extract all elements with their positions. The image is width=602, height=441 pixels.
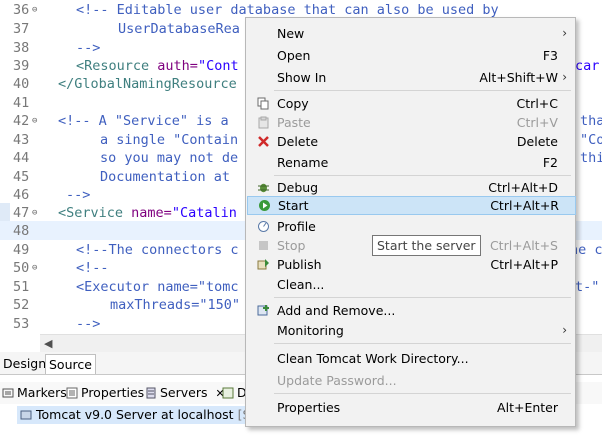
submenu-arrow-icon: › (562, 26, 567, 40)
line-number: 38 (13, 40, 30, 56)
menu-separator (274, 297, 571, 298)
server-name: Tomcat v9.0 Server at localhost (35, 407, 234, 422)
fold-toggle-icon[interactable]: ⊖ (32, 259, 37, 278)
tab-source[interactable]: Source (45, 354, 96, 374)
publish-icon (257, 259, 269, 270)
code-line-overflow: t-" (575, 279, 600, 295)
line-number: 40 (13, 76, 30, 92)
submenu-arrow-icon: › (562, 323, 567, 337)
line-number: 41 (13, 95, 30, 111)
menu-separator (274, 343, 571, 344)
line-number: 46 (13, 187, 30, 203)
line-number: 47 ⊖ (13, 204, 38, 223)
tomcat-server-icon (20, 410, 32, 420)
menu-item-update-password[interactable]: Update Password... (247, 371, 574, 390)
line-number: 39 (13, 58, 30, 74)
copy-icon (257, 97, 269, 110)
fold-toggle-icon[interactable]: ⊖ (32, 204, 37, 223)
menu-item-clean-tomcat-work-directory[interactable]: Clean Tomcat Work Directory... (247, 349, 574, 368)
scroll-left-icon[interactable]: ◀ (44, 335, 52, 352)
menu-item-delete[interactable]: Delete Delete (247, 132, 574, 151)
code-line-overflow: tha (580, 113, 602, 129)
stop-icon (259, 241, 268, 250)
add-remove-icon (257, 305, 269, 316)
fold-toggle-icon[interactable]: ⊖ (32, 1, 37, 20)
menu-item-properties[interactable]: Properties Alt+Enter (247, 398, 574, 417)
menu-item-add-and-remove[interactable]: Add and Remove... (247, 301, 574, 320)
line-number: 36 ⊖ (13, 1, 38, 20)
line-number: 44 (13, 150, 30, 166)
menu-item-debug[interactable]: Debug Ctrl+Alt+D (247, 178, 574, 197)
data-source-icon (222, 387, 234, 399)
menu-separator (274, 393, 571, 394)
profile-icon (258, 221, 269, 232)
menu-item-open[interactable]: Open F3 (247, 46, 574, 65)
properties-icon (66, 387, 78, 399)
line-number: 50 ⊖ (13, 259, 38, 278)
code-line-overflow: car (575, 58, 600, 74)
tooltip: Start the server (372, 235, 481, 256)
menu-item-publish[interactable]: Publish Ctrl+Alt+P (247, 255, 574, 274)
tab-markers[interactable]: Markers (2, 384, 67, 402)
line-number: 49 (13, 242, 30, 258)
paste-icon (258, 116, 269, 129)
line-number: 52 (13, 297, 30, 313)
fold-toggle-icon[interactable]: ⊖ (32, 112, 37, 131)
menu-separator (274, 175, 571, 176)
submenu-arrow-icon: › (562, 70, 567, 84)
tab-d[interactable]: D (222, 384, 247, 402)
line-number: 48 (13, 223, 30, 239)
line-number: 53 (13, 316, 30, 332)
code-line-overflow: "Co (580, 132, 602, 148)
menu-item-show-in[interactable]: Show In Alt+Shift+W › (247, 68, 574, 87)
menu-item-new[interactable]: New › (247, 24, 574, 43)
context-menu: New › Open F3 Show In Alt+Shift+W › Copy Ctrl… (245, 17, 576, 427)
servers-icon (146, 387, 156, 399)
line-number: 37 (13, 21, 30, 37)
line-number: 51 (13, 279, 30, 295)
menu-item-clean[interactable]: Clean... (247, 275, 574, 294)
line-number: 45 (13, 169, 30, 185)
menu-item-rename[interactable]: Rename F2 (247, 153, 574, 172)
menu-item-profile[interactable]: Profile (247, 217, 574, 236)
menu-item-start[interactable]: Start Ctrl+Alt+R (247, 196, 576, 215)
tab-properties[interactable]: Properties (66, 384, 144, 402)
code-line-overflow: thi (580, 150, 602, 166)
menu-item-paste[interactable]: Paste Ctrl+V (247, 113, 574, 132)
tab-servers[interactable]: Servers ✕ (145, 384, 225, 402)
delete-icon (258, 136, 269, 147)
line-number: 42 ⊖ (13, 112, 38, 131)
markers-icon (2, 388, 14, 398)
menu-item-copy[interactable]: Copy Ctrl+C (247, 94, 574, 113)
tab-design[interactable]: Design (0, 354, 49, 373)
start-icon (259, 200, 270, 211)
debug-icon (258, 183, 269, 193)
menu-separator (274, 90, 571, 91)
line-number: 43 (13, 132, 30, 148)
menu-item-monitoring[interactable]: Monitoring › (247, 321, 574, 340)
